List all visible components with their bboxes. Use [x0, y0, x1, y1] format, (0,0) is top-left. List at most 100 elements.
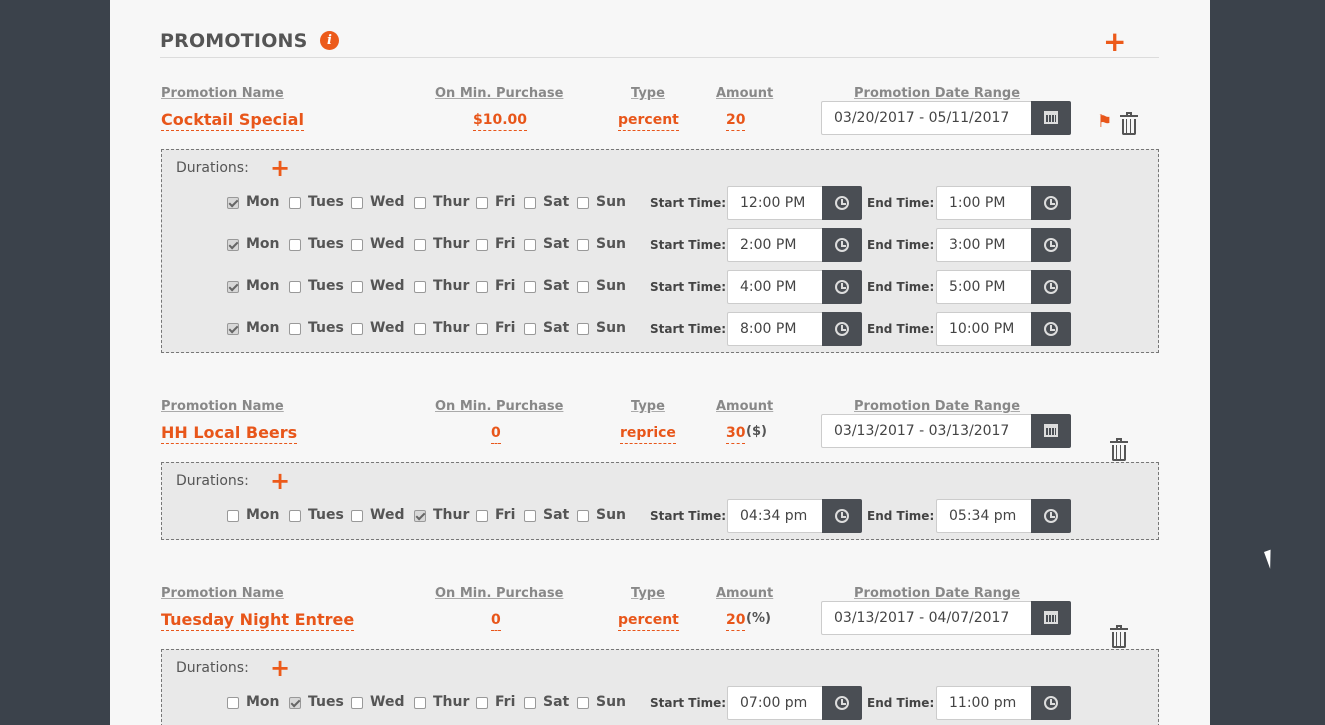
- column-header-min-purchase: On Min. Purchase: [435, 399, 564, 414]
- start-time-input[interactable]: 04:34 pm: [727, 499, 823, 533]
- day-checkbox-tues[interactable]: [289, 239, 301, 251]
- day-checkbox-sat[interactable]: [524, 697, 536, 709]
- start-time-input[interactable]: 4:00 PM: [727, 270, 823, 304]
- date-range-input[interactable]: 03/13/2017 - 03/13/2017: [821, 414, 1032, 448]
- day-checkbox-sun[interactable]: [577, 281, 589, 293]
- day-checkbox-sat[interactable]: [524, 281, 536, 293]
- day-checkbox-mon[interactable]: [227, 323, 239, 335]
- min-purchase-field[interactable]: 0: [491, 423, 501, 444]
- day-checkbox-mon[interactable]: [227, 197, 239, 209]
- end-time-button[interactable]: [1031, 228, 1071, 262]
- end-time-input[interactable]: 05:34 pm: [936, 499, 1032, 533]
- day-label-fri: Fri: [495, 278, 516, 294]
- end-time-input[interactable]: 1:00 PM: [936, 186, 1032, 220]
- add-promotion-plus-icon[interactable]: +: [1103, 28, 1126, 56]
- day-checkbox-wed[interactable]: [351, 239, 363, 251]
- day-checkbox-thur[interactable]: [414, 697, 426, 709]
- end-time-input[interactable]: 11:00 pm: [936, 686, 1032, 720]
- day-checkbox-fri[interactable]: [476, 323, 488, 335]
- promotion-name-field[interactable]: Tuesday Night Entree: [161, 610, 355, 631]
- start-time-button[interactable]: [822, 186, 862, 220]
- clock-icon: [1044, 238, 1058, 252]
- day-checkbox-thur[interactable]: [414, 323, 426, 335]
- add-duration-plus-icon[interactable]: +: [270, 654, 290, 682]
- day-checkbox-sat[interactable]: [524, 239, 536, 251]
- day-checkbox-fri[interactable]: [476, 197, 488, 209]
- type-field[interactable]: percent: [618, 610, 679, 631]
- day-label-wed: Wed: [370, 320, 405, 336]
- end-time-button[interactable]: [1031, 270, 1071, 304]
- day-label-mon: Mon: [246, 694, 280, 710]
- day-checkbox-tues[interactable]: [289, 197, 301, 209]
- start-time-button[interactable]: [822, 499, 862, 533]
- start-time-input[interactable]: 2:00 PM: [727, 228, 823, 262]
- day-checkbox-sat[interactable]: [524, 197, 536, 209]
- type-field[interactable]: percent: [618, 110, 679, 131]
- end-time-button[interactable]: [1031, 686, 1071, 720]
- add-duration-plus-icon[interactable]: +: [270, 154, 290, 182]
- promotion-name-field[interactable]: HH Local Beers: [161, 423, 298, 444]
- day-checkbox-fri[interactable]: [476, 281, 488, 293]
- day-checkbox-sun[interactable]: [577, 239, 589, 251]
- start-time-button[interactable]: [822, 228, 862, 262]
- type-field[interactable]: reprice: [620, 423, 676, 444]
- add-duration-plus-icon[interactable]: +: [270, 467, 290, 495]
- day-checkbox-mon[interactable]: [227, 697, 239, 709]
- promotion-name-field[interactable]: Cocktail Special: [161, 110, 304, 131]
- end-time-button[interactable]: [1031, 186, 1071, 220]
- day-checkbox-sat[interactable]: [524, 323, 536, 335]
- day-checkbox-wed[interactable]: [351, 323, 363, 335]
- trash-icon[interactable]: [1110, 625, 1128, 648]
- start-time-button[interactable]: [822, 686, 862, 720]
- day-checkbox-wed[interactable]: [351, 697, 363, 709]
- calendar-button[interactable]: [1031, 601, 1071, 635]
- day-checkbox-tues[interactable]: [289, 510, 301, 522]
- day-checkbox-mon[interactable]: [227, 239, 239, 251]
- day-checkbox-tues[interactable]: [289, 697, 301, 709]
- min-purchase-field[interactable]: 0: [491, 610, 501, 631]
- day-checkbox-mon[interactable]: [227, 281, 239, 293]
- day-checkbox-sun[interactable]: [577, 697, 589, 709]
- day-checkbox-thur[interactable]: [414, 281, 426, 293]
- day-checkbox-fri[interactable]: [476, 239, 488, 251]
- day-checkbox-sun[interactable]: [577, 510, 589, 522]
- end-time-button[interactable]: [1031, 312, 1071, 346]
- save-edit-icon[interactable]: ⚑: [1097, 112, 1112, 132]
- end-time-label: End Time:: [867, 509, 935, 523]
- day-label-sat: Sat: [543, 694, 570, 710]
- start-time-input[interactable]: 8:00 PM: [727, 312, 823, 346]
- amount-field[interactable]: 30: [726, 423, 746, 444]
- end-time-button[interactable]: [1031, 499, 1071, 533]
- amount-field[interactable]: 20: [726, 110, 746, 131]
- trash-icon[interactable]: [1110, 438, 1128, 461]
- day-checkbox-fri[interactable]: [476, 510, 488, 522]
- start-time-input[interactable]: 12:00 PM: [727, 186, 823, 220]
- start-time-button[interactable]: [822, 270, 862, 304]
- amount-field[interactable]: 20: [726, 610, 746, 631]
- day-checkbox-thur[interactable]: [414, 197, 426, 209]
- info-icon[interactable]: i: [320, 31, 339, 50]
- trash-icon[interactable]: [1120, 112, 1138, 135]
- day-checkbox-sun[interactable]: [577, 197, 589, 209]
- end-time-input[interactable]: 3:00 PM: [936, 228, 1032, 262]
- day-checkbox-wed[interactable]: [351, 281, 363, 293]
- date-range-input[interactable]: 03/20/2017 - 05/11/2017: [821, 101, 1032, 135]
- start-time-button[interactable]: [822, 312, 862, 346]
- day-checkbox-wed[interactable]: [351, 197, 363, 209]
- day-checkbox-fri[interactable]: [476, 697, 488, 709]
- end-time-input[interactable]: 10:00 PM: [936, 312, 1032, 346]
- end-time-input[interactable]: 5:00 PM: [936, 270, 1032, 304]
- date-range-input[interactable]: 03/13/2017 - 04/07/2017: [821, 601, 1032, 635]
- day-checkbox-wed[interactable]: [351, 510, 363, 522]
- day-checkbox-tues[interactable]: [289, 323, 301, 335]
- start-time-input[interactable]: 07:00 pm: [727, 686, 823, 720]
- day-checkbox-thur[interactable]: [414, 510, 426, 522]
- calendar-button[interactable]: [1031, 414, 1071, 448]
- calendar-button[interactable]: [1031, 101, 1071, 135]
- day-checkbox-tues[interactable]: [289, 281, 301, 293]
- day-checkbox-sat[interactable]: [524, 510, 536, 522]
- day-checkbox-sun[interactable]: [577, 323, 589, 335]
- min-purchase-field[interactable]: $10.00: [473, 110, 528, 131]
- day-checkbox-thur[interactable]: [414, 239, 426, 251]
- day-checkbox-mon[interactable]: [227, 510, 239, 522]
